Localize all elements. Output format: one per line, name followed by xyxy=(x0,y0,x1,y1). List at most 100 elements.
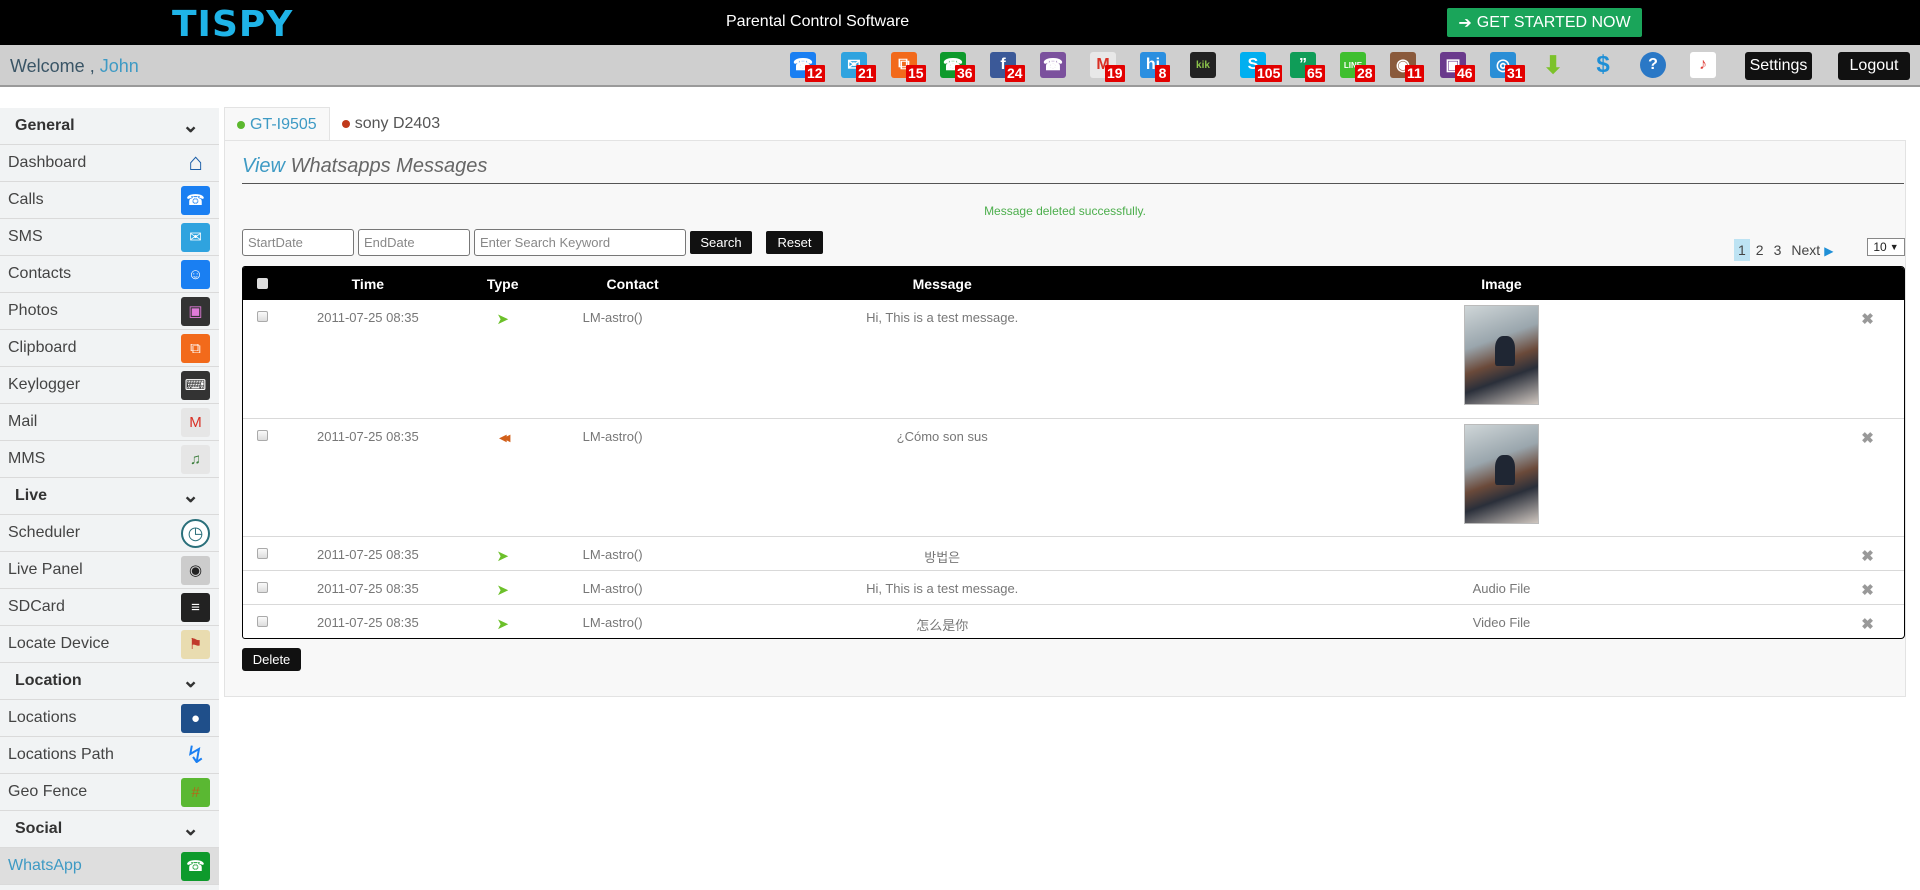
sidebar-item-locations-path[interactable]: Locations Path ↯ xyxy=(0,737,219,774)
device-tab[interactable]: GT-I9505 xyxy=(224,107,330,141)
photos-icon[interactable]: ▣ 46 xyxy=(1440,52,1475,82)
kik-icon[interactable]: kik xyxy=(1190,52,1216,78)
viber-icon[interactable]: ☎ xyxy=(1040,52,1066,78)
hangouts-icon[interactable]: ” 65 xyxy=(1290,52,1325,82)
pricing-icon[interactable]: $ xyxy=(1590,51,1616,78)
sidebar-item-contacts[interactable]: Contacts ☺ xyxy=(0,256,219,293)
logout-button[interactable]: Logout xyxy=(1838,52,1910,80)
sidebar-item-mms[interactable]: MMS ♫ xyxy=(0,441,219,478)
page-link[interactable]: 1 xyxy=(1734,239,1750,261)
sidebar-item-photos[interactable]: Photos ▣ xyxy=(0,293,219,330)
sign-in-icon: ➔ xyxy=(1458,14,1472,32)
sidebar-item-geo-fence[interactable]: Geo Fence # xyxy=(0,774,219,811)
sidebar-item-clipboard[interactable]: Clipboard ⧉ xyxy=(0,330,219,367)
sidebar-item-keylogger[interactable]: Keylogger ⌨ xyxy=(0,367,219,404)
image-cell xyxy=(1171,535,1832,570)
sidebar-section-live[interactable]: Live ⌄ xyxy=(0,478,219,515)
row-checkbox[interactable] xyxy=(257,311,269,322)
delete-row-icon[interactable]: ✖ xyxy=(1861,311,1874,328)
facebook-icon[interactable]: f 24 xyxy=(990,52,1025,82)
alerts-glyph: ♪ xyxy=(1699,56,1707,73)
sidebar-item-label: Locations Path xyxy=(8,746,114,763)
sidebar-item-scheduler[interactable]: Scheduler ◷ xyxy=(0,515,219,552)
delete-button[interactable]: Delete xyxy=(242,648,301,671)
settings-button[interactable]: Settings xyxy=(1745,52,1812,80)
hike-icon[interactable]: hi 8 xyxy=(1140,52,1170,82)
sidebar-item-whatsapp[interactable]: WhatsApp ☎ xyxy=(0,848,219,885)
table-row: 2011-07-25 08:35 ➤ LM-astro() Hi, This is a… xyxy=(243,300,1904,418)
get-started-button[interactable]: ➔ GET STARTED NOW xyxy=(1447,8,1642,37)
sidebar-section-general[interactable]: General ⌄ xyxy=(0,108,219,145)
sidebar-section-social[interactable]: Social ⌄ xyxy=(0,811,219,848)
attachment-label[interactable]: Audio File xyxy=(1473,581,1531,596)
whatsapp-icon[interactable]: ☎ 36 xyxy=(940,52,975,82)
image-cell xyxy=(1172,300,1831,418)
page-link[interactable]: 3 xyxy=(1770,239,1786,261)
search-keyword-input[interactable] xyxy=(474,229,686,256)
column-header-time: Time xyxy=(351,275,385,292)
help-icon[interactable]: ? xyxy=(1640,52,1666,78)
sidebar-section-label: General xyxy=(15,117,75,134)
delete-row-icon[interactable]: ✖ xyxy=(1861,430,1874,447)
sidebar-item-live-panel[interactable]: Live Panel ◉ xyxy=(0,552,219,589)
attachment-label[interactable]: Video File xyxy=(1473,615,1531,630)
select-all-checkbox[interactable] xyxy=(257,277,269,289)
sidebar: General ⌄ Dashboard ⌂ Calls ☎ SMS ✉ Contacts ☺ Pho… xyxy=(0,108,219,890)
whatsapp-icon: ☎ xyxy=(181,851,210,881)
instagram-icon[interactable]: ◉ 11 xyxy=(1390,52,1424,82)
page-link[interactable]: 2 xyxy=(1752,239,1768,261)
sdcard-icon: ≡ xyxy=(181,592,210,622)
row-checkbox[interactable] xyxy=(257,429,269,441)
reset-button[interactable]: Reset xyxy=(766,231,823,254)
pagination: 1 2 3 Next ▶ xyxy=(1734,239,1837,261)
gmail-icon[interactable]: M 19 xyxy=(1090,52,1125,82)
image-thumbnail[interactable] xyxy=(1463,305,1539,405)
type-cell: ➤ xyxy=(452,603,553,638)
row-select-cell xyxy=(243,603,283,638)
image-thumbnail[interactable] xyxy=(1463,423,1539,524)
start-date-input[interactable] xyxy=(242,229,354,256)
location-marker-icon: ● xyxy=(181,703,210,733)
end-date-input[interactable] xyxy=(358,229,470,256)
sms-icon[interactable]: ✉ 21 xyxy=(841,52,876,82)
browser-icon[interactable]: ◎ 31 xyxy=(1490,52,1525,82)
line-icon[interactable]: LINE 28 xyxy=(1340,52,1375,82)
sidebar-item-calls[interactable]: Calls ☎ xyxy=(0,182,219,219)
sidebar-item-label: Locations xyxy=(8,709,77,726)
logo[interactable]: TISPY xyxy=(172,4,293,45)
row-checkbox[interactable] xyxy=(257,615,269,627)
sidebar-item-locate-device[interactable]: Locate Device ⚑ xyxy=(0,626,219,663)
skype-icon[interactable]: S 105 xyxy=(1240,52,1283,82)
kik-glyph: kik xyxy=(1196,59,1210,71)
device-tab[interactable]: sony D2403 xyxy=(330,107,452,141)
count-badge: 12 xyxy=(805,65,825,82)
table-header: Time Type Contact Message Image xyxy=(243,267,1904,300)
sidebar-item-mail[interactable]: Mail M xyxy=(0,404,219,441)
envelope-icon: ✉ xyxy=(181,222,210,252)
calls-icon[interactable]: ☎ 12 xyxy=(790,52,825,82)
row-checkbox[interactable] xyxy=(257,547,269,559)
sidebar-item-locations[interactable]: Locations ● xyxy=(0,700,219,737)
sidebar-item-dashboard[interactable]: Dashboard ⌂ xyxy=(0,145,219,182)
delete-row-icon[interactable]: ✖ xyxy=(1861,582,1874,599)
download-icon[interactable]: ⬇ xyxy=(1540,52,1566,79)
search-button[interactable]: Search xyxy=(690,231,752,254)
keyboard-icon: ⌨ xyxy=(181,370,210,400)
alerts-icon[interactable]: ♪ xyxy=(1690,52,1716,78)
per-page-select[interactable]: 10 ▼ xyxy=(1867,238,1905,256)
row-checkbox[interactable] xyxy=(257,581,269,593)
count-badge: 31 xyxy=(1505,65,1525,82)
type-cell: ◀◀ xyxy=(452,417,553,536)
count-badge: 105 xyxy=(1255,65,1283,82)
next-arrow-icon: ▶ xyxy=(1824,244,1834,258)
sidebar-item-sms[interactable]: SMS ✉ xyxy=(0,219,219,256)
delete-row-icon[interactable]: ✖ xyxy=(1861,548,1874,565)
delete-row-icon[interactable]: ✖ xyxy=(1861,616,1874,633)
chevron-down-icon: ⌄ xyxy=(182,115,199,137)
user-name[interactable]: John xyxy=(100,56,139,76)
clipboard-icon[interactable]: ⧉ 15 xyxy=(891,52,926,82)
next-page-link[interactable]: Next ▶ xyxy=(1787,239,1837,261)
sidebar-item-sdcard[interactable]: SDCard ≡ xyxy=(0,589,219,626)
contact-cell: LM-astro() xyxy=(552,535,713,570)
sidebar-section-location[interactable]: Location ⌄ xyxy=(0,663,219,700)
